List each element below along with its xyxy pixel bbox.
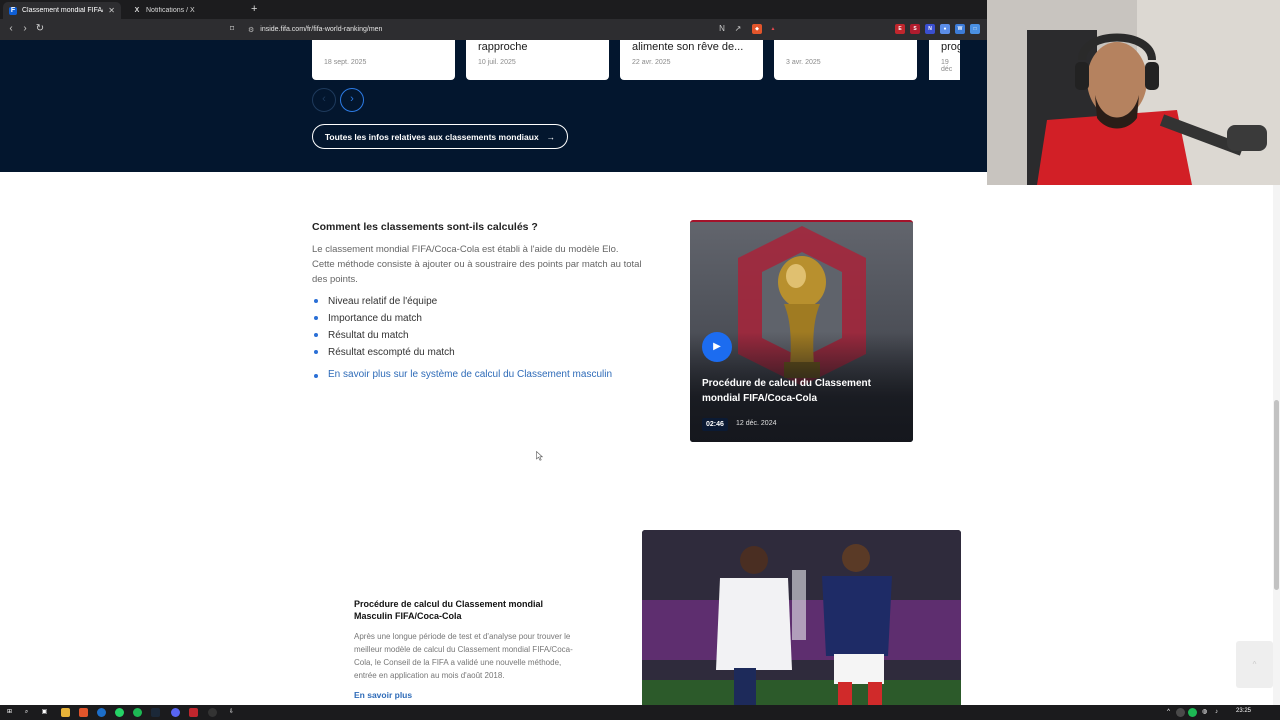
tab-title: Notifications / X [146, 7, 195, 14]
tab-notifications-x[interactable]: X Notifications / X [127, 2, 245, 19]
close-tab-icon[interactable]: ✕ [108, 6, 115, 15]
app-icon[interactable] [189, 708, 198, 717]
x-favicon-icon: X [134, 6, 140, 14]
obs-icon[interactable] [208, 708, 217, 717]
windows-taskbar: ⊞ ⌕ ▣ ⇩ ^ ◍ ♪ 23:25 [0, 705, 1280, 720]
arrow-right-icon: → [546, 131, 556, 142]
brave-shield-icon[interactable]: ◆ [752, 24, 762, 34]
streamer-camera-image [987, 0, 1280, 185]
video-duration-badge: 02:46 [702, 418, 728, 431]
tray-app-icon[interactable] [1176, 708, 1185, 717]
news-card-date: 18 sept. 2025 [324, 59, 367, 66]
volume-icon[interactable]: ♪ [1212, 708, 1221, 717]
list-item: Importance du match [312, 312, 455, 329]
news-card[interactable]: 18 sept. 2025 [312, 40, 455, 80]
extension-icon[interactable]: W [955, 24, 965, 34]
share-icon[interactable]: ↗ [732, 23, 744, 35]
windows-start-icon[interactable]: ⊞ [5, 708, 14, 717]
play-icon: ▶ [713, 341, 721, 352]
video-date: 12 déc. 2024 [736, 420, 777, 427]
news-card-title: alimente son rêve de... [632, 41, 744, 53]
all-news-label: Toutes les infos relatives aux classemen… [324, 131, 539, 142]
file-explorer-icon[interactable] [61, 708, 70, 717]
news-card[interactable]: rapproche 10 juil. 2025 [466, 40, 609, 80]
players-photo [642, 530, 961, 708]
news-card-date: 19 déc [941, 59, 953, 73]
football-players-image [642, 530, 961, 708]
news-card-date: 10 juil. 2025 [478, 59, 516, 66]
fifa-favicon-icon: F [9, 6, 17, 15]
extension-icon[interactable]: E [895, 24, 905, 34]
tray-app-icon[interactable] [1188, 708, 1197, 717]
ranking-news-section: 18 sept. 2025 rapproche 10 juil. 2025 al… [0, 40, 987, 172]
brave-browser-icon[interactable] [79, 708, 88, 717]
news-card-title: rapproche [478, 41, 528, 53]
news-card-date: 3 avr. 2025 [786, 59, 821, 66]
news-card[interactable]: 3 avr. 2025 [774, 40, 917, 80]
translate-icon[interactable]: N [716, 23, 728, 35]
tab-fifa-ranking[interactable]: F Classement mondial FIFA/Coca- ✕ [3, 2, 121, 19]
calculation-paragraph: Le classement mondial FIFA/Coca-Cola est… [312, 244, 642, 285]
webcam-overlay [987, 0, 1280, 185]
chevron-right-icon: › [350, 93, 354, 105]
extension-icon[interactable]: N [925, 24, 935, 34]
mouse-cursor-icon [536, 451, 543, 461]
news-card[interactable]: alimente son rêve de... 22 avr. 2025 [620, 40, 763, 80]
tab-title: Classement mondial FIFA/Coca- [22, 7, 104, 14]
news-card-title: prog [941, 41, 960, 53]
discord-icon[interactable] [171, 708, 180, 717]
all-ranking-news-button[interactable]: Toutes les infos relatives aux classemen… [312, 124, 568, 149]
news-card-date: 22 avr. 2025 [632, 59, 671, 66]
procedure-heading: Procédure de calcul du Classement mondia… [354, 599, 544, 621]
chevron-up-icon: ^ [1252, 660, 1257, 669]
calculation-factors-list: Niveau relatif de l'équipe Importance du… [312, 295, 455, 363]
scroll-to-top-button[interactable]: ^ [1236, 641, 1273, 688]
address-bar[interactable]: ⚙ inside.fifa.com/fr/fifa-world-ranking/… [248, 22, 748, 37]
chevron-left-icon: ‹ [322, 93, 326, 105]
site-info-icon[interactable]: ⚙ [248, 26, 254, 34]
bookmark-icon[interactable]: ⌑ [226, 23, 238, 35]
play-button[interactable]: ▶ [702, 332, 732, 362]
url-text: inside.fifa.com/fr/fifa-world-ranking/me… [260, 26, 383, 33]
video-title: Procédure de calcul du Classement mondia… [702, 378, 871, 404]
scrollbar-thumb[interactable] [1274, 400, 1279, 590]
spotify-icon[interactable] [133, 708, 142, 717]
video-card[interactable]: ▶ Procédure de calcul du Classement mond… [690, 220, 913, 442]
reload-icon[interactable]: ↻ [33, 22, 47, 36]
new-tab-button[interactable]: + [251, 3, 257, 15]
back-icon[interactable]: ‹ [4, 22, 18, 36]
list-item: Résultat escompté du match [312, 346, 455, 363]
forward-icon[interactable]: › [18, 22, 32, 36]
search-icon[interactable]: ⌕ [22, 708, 31, 717]
extension-icon[interactable]: S [910, 24, 920, 34]
procedure-more-link[interactable]: En savoir plus [354, 690, 412, 700]
carousel-prev-button[interactable]: ‹ [312, 88, 336, 112]
procedure-paragraph: Après une longue période de test et d'an… [354, 632, 573, 680]
calculation-more-link[interactable]: En savoir plus sur le système de calcul … [312, 369, 612, 380]
brave-rewards-icon[interactable]: ▲ [768, 24, 778, 34]
list-item: Niveau relatif de l'équipe [312, 295, 455, 312]
network-icon[interactable]: ◍ [1200, 708, 1209, 717]
taskbar-clock[interactable]: 23:25 [1236, 708, 1251, 714]
tray-chevron-icon[interactable]: ^ [1164, 708, 1173, 717]
app-icon[interactable] [97, 708, 106, 717]
task-view-icon[interactable]: ▣ [40, 708, 49, 717]
list-item: Résultat du match [312, 329, 455, 346]
steam-icon[interactable] [151, 708, 160, 717]
extension-icon[interactable]: ● [940, 24, 950, 34]
extension-icon[interactable]: □ [970, 24, 980, 34]
download-icon[interactable]: ⇩ [227, 708, 236, 717]
calculation-heading: Comment les classements sont-ils calculé… [312, 221, 538, 233]
news-card[interactable]: prog 19 déc [929, 40, 960, 80]
whatsapp-icon[interactable] [115, 708, 124, 717]
carousel-next-button[interactable]: › [340, 88, 364, 112]
